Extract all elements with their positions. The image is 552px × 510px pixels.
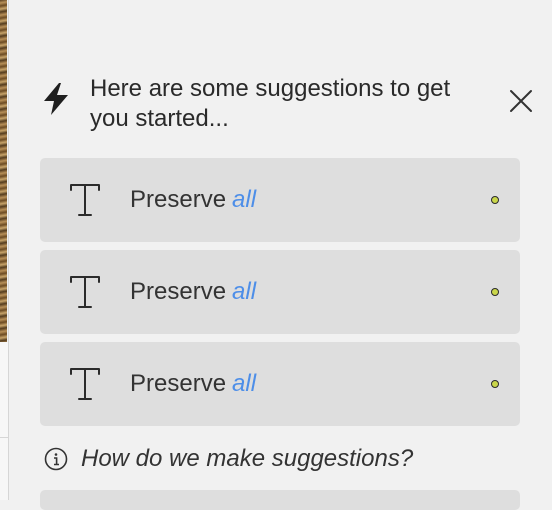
status-dot — [491, 288, 499, 296]
suggestions-header: Here are some suggestions to get you sta… — [40, 74, 532, 134]
background-photo-edge — [0, 0, 7, 342]
suggestion-scope: all — [232, 186, 257, 213]
suggestion-card[interactable]: Preserve all — [40, 250, 520, 334]
suggestion-card[interactable]: Preserve all — [40, 158, 520, 242]
status-dot — [491, 196, 499, 204]
suggestion-label: Preserve all — [130, 368, 256, 400]
suggestion-label: Preserve all — [130, 184, 256, 216]
left-canvas-divider — [0, 437, 8, 438]
suggestion-action: Preserve — [130, 370, 227, 397]
suggestion-scope: all — [232, 278, 257, 305]
info-icon — [44, 447, 68, 471]
text-type-icon — [70, 184, 100, 216]
suggestions-panel: Here are some suggestions to get you sta… — [9, 0, 552, 510]
suggestion-card[interactable]: Preserve all — [40, 342, 520, 426]
next-suggestion-card[interactable] — [40, 490, 520, 510]
suggestion-label: Preserve all — [130, 276, 256, 308]
text-type-icon — [70, 276, 100, 308]
left-canvas-area — [0, 342, 8, 500]
suggestion-action: Preserve — [130, 278, 227, 305]
suggestion-action: Preserve — [130, 186, 227, 213]
text-type-icon — [70, 368, 100, 400]
suggestions-heading: Here are some suggestions to get you sta… — [90, 75, 451, 132]
lightning-bolt-icon — [44, 83, 68, 115]
status-dot — [491, 380, 499, 388]
help-link-text: How do we make suggestions? — [81, 445, 414, 472]
close-icon[interactable] — [508, 88, 534, 114]
suggestion-scope: all — [232, 370, 257, 397]
